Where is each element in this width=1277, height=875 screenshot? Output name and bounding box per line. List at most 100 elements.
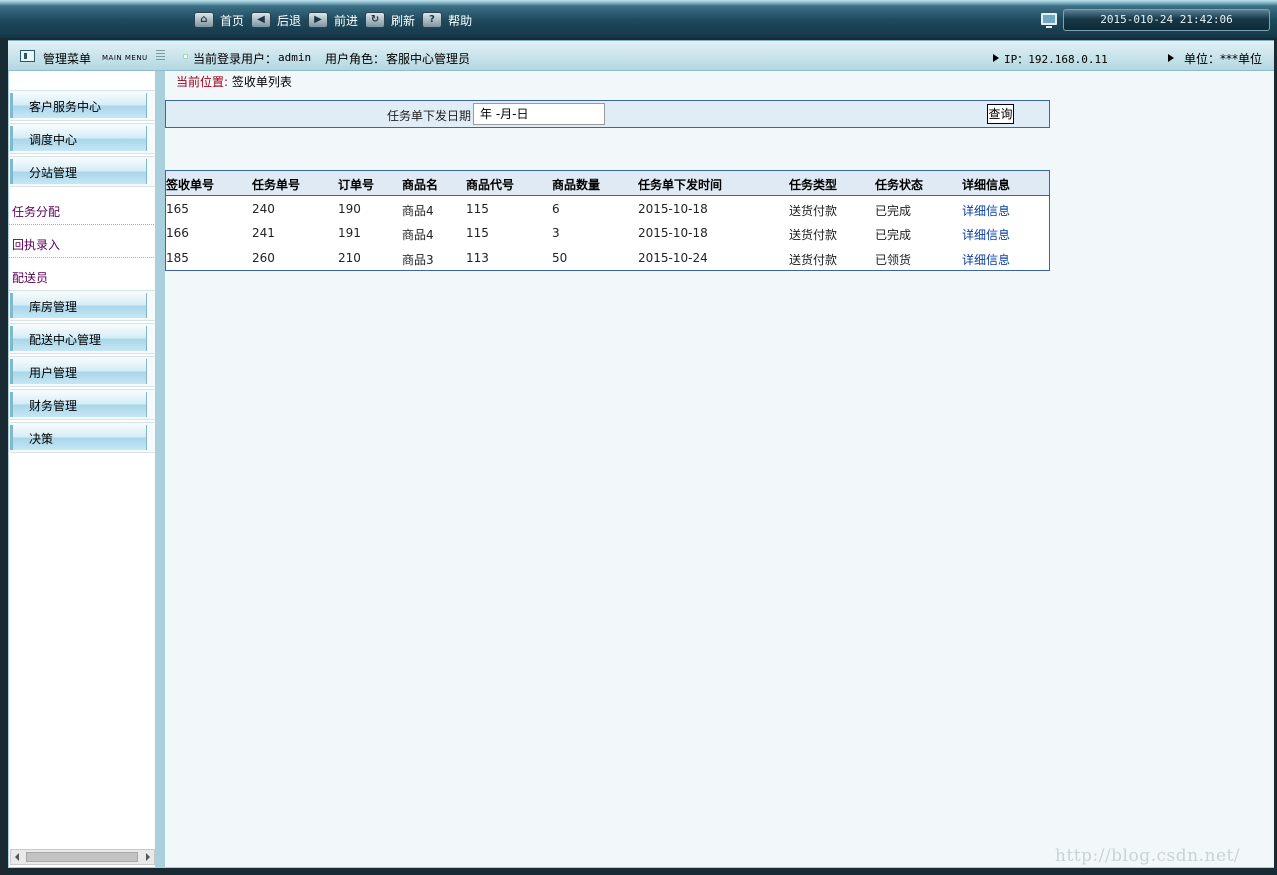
table-cell: 已完成 <box>875 204 912 218</box>
column-header: 任务状态 <box>875 178 924 192</box>
sidebar-item-receipt-entry[interactable]: 回执录入 <box>9 225 154 258</box>
sidebar-group-button: 分站管理 <box>10 159 147 184</box>
sidebar-item-label: 回执录入 <box>12 238 61 252</box>
table-cell: 已领货 <box>875 253 912 267</box>
sidebar-group-customer-service[interactable]: 客户服务中心 <box>10 90 155 121</box>
sidebar-group-label: 决策 <box>29 432 54 446</box>
detail-link[interactable]: 详细信息 <box>962 251 1010 268</box>
receipt-table: 签收单号 任务单号 订单号 商品名 商品代号 商品数量 任务单下发时间 任务类型… <box>165 170 1050 271</box>
date-filter-label: 任务单下发日期 <box>387 109 472 123</box>
home-button[interactable]: ⌂ 首页 <box>194 12 246 29</box>
table-cell: 260 <box>252 251 275 265</box>
column-header: 任务单号 <box>252 178 301 192</box>
refresh-button[interactable]: ↻ 刷新 <box>365 12 417 29</box>
sidebar-group-dispatch[interactable]: 调度中心 <box>10 123 155 154</box>
date-input[interactable]: 年 -月-日 <box>473 103 605 125</box>
column-header: 订单号 <box>338 178 375 192</box>
table-cell: 送货付款 <box>789 228 838 242</box>
detail-link[interactable]: 详细信息 <box>962 202 1010 219</box>
column-header: 签收单号 <box>166 178 215 192</box>
user-role-label: 用户角色： <box>325 52 386 66</box>
column-header: 商品数量 <box>552 178 601 192</box>
table-row: 165 240 190 商品4 115 6 2015-10-18 送货付款 已完… <box>166 197 1049 222</box>
help-button[interactable]: ? 帮助 <box>422 12 474 29</box>
sidebar-group-decision[interactable]: 决策 <box>10 422 155 453</box>
table-cell: 商品3 <box>402 253 434 267</box>
sidebar-group-button: 用户管理 <box>10 359 147 384</box>
main-frame: 管理菜单 MAIN MENU 当前登录用户： admin 用户角色： 客服中心管… <box>8 40 1274 868</box>
table-cell: 191 <box>338 226 361 240</box>
refresh-icon: ↻ <box>365 12 386 28</box>
sidebar-group-label: 客户服务中心 <box>29 100 102 114</box>
refresh-label: 刷新 <box>391 13 416 28</box>
sidebar-group-warehouse[interactable]: 库房管理 <box>10 290 155 321</box>
table-row: 185 260 210 商品3 113 50 2015-10-24 送货付款 已… <box>166 246 1049 271</box>
sidebar-group-button: 库房管理 <box>10 293 147 318</box>
table-cell: 115 <box>466 226 489 240</box>
forward-icon: ▶ <box>308 12 329 28</box>
table-cell: 2015-10-18 <box>638 202 708 216</box>
breadcrumb: 当前位置: 签收单列表 <box>176 73 292 90</box>
column-header: 任务类型 <box>789 178 838 192</box>
table-cell: 241 <box>252 226 275 240</box>
back-label: 后退 <box>277 13 302 28</box>
column-header: 商品名 <box>402 178 439 192</box>
table-header: 签收单号 任务单号 订单号 商品名 商品代号 商品数量 任务单下发时间 任务类型… <box>166 171 1049 196</box>
table-cell: 50 <box>552 251 568 265</box>
column-header: 商品代号 <box>466 178 515 192</box>
sidebar-horizontal-scrollbar[interactable] <box>10 849 155 865</box>
login-user-label: 当前登录用户： <box>193 52 278 66</box>
watermark: http://blog.csdn.net/ <box>1055 846 1241 866</box>
table-cell: 115 <box>466 202 489 216</box>
sidebar-group-button: 财务管理 <box>10 392 147 417</box>
back-button[interactable]: ◀ 后退 <box>251 12 303 29</box>
breadcrumb-value: 签收单列表 <box>231 75 292 89</box>
forward-button[interactable]: ▶ 前进 <box>308 12 360 29</box>
home-icon: ⌂ <box>194 12 214 28</box>
sidebar-group-label: 库房管理 <box>29 300 78 314</box>
sidebar-item-label: 任务分配 <box>12 205 61 219</box>
table-cell: 165 <box>166 202 189 216</box>
scroll-left-icon[interactable] <box>15 853 19 861</box>
table-cell: 送货付款 <box>789 204 838 218</box>
table-cell: 2015-10-24 <box>638 251 708 265</box>
table-cell: 商品4 <box>402 204 434 218</box>
table-cell: 210 <box>338 251 361 265</box>
sidebar-group-distribution-center[interactable]: 配送中心管理 <box>10 323 155 354</box>
detail-link[interactable]: 详细信息 <box>962 226 1010 243</box>
unit-info: 单位：***单位 <box>1184 52 1263 66</box>
table-cell: 3 <box>552 226 560 240</box>
sidebar-item-label: 配送员 <box>12 271 49 285</box>
datetime-display: 2015-010-24 21:42:06 <box>1063 9 1270 31</box>
menu-title: 管理菜单 <box>43 52 92 66</box>
sidebar-group-user-management[interactable]: 用户管理 <box>10 356 155 387</box>
sidebar-item-task-assign[interactable]: 任务分配 <box>9 192 154 225</box>
top-toolbar: ⌂ 首页 ◀ 后退 ▶ 前进 ↻ 刷新 ? 帮助 2015-010-24 21:… <box>0 0 1277 38</box>
column-header: 详细信息 <box>962 178 1011 192</box>
menu-lines-icon <box>156 50 165 60</box>
sidebar-group-finance[interactable]: 财务管理 <box>10 389 155 420</box>
sidebar-group-button: 客户服务中心 <box>10 93 147 118</box>
query-button[interactable]: 查询 <box>987 104 1014 124</box>
table-cell: 已完成 <box>875 228 912 242</box>
nav-toolbar: ⌂ 首页 ◀ 后退 ▶ 前进 ↻ 刷新 ? 帮助 <box>194 11 479 29</box>
table-cell: 185 <box>166 251 189 265</box>
ip-address: IP：192.168.0.11 <box>1004 53 1108 66</box>
sidebar-group-substation[interactable]: 分站管理 <box>10 156 155 187</box>
table-cell: 6 <box>552 202 560 216</box>
table-cell: 113 <box>466 251 489 265</box>
help-label: 帮助 <box>448 13 473 28</box>
sidebar-item-courier[interactable]: 配送员 <box>9 258 154 291</box>
monitor-icon <box>1041 13 1057 28</box>
back-icon: ◀ <box>251 12 272 28</box>
login-user-value: admin <box>278 51 312 64</box>
content-area: 当前位置: 签收单列表 任务单下发日期 年 -月-日 查询 签收单号 任务单号 … <box>165 71 1274 867</box>
scroll-thumb[interactable] <box>26 852 138 862</box>
scroll-right-icon[interactable] <box>146 853 150 861</box>
table-row: 166 241 191 商品4 115 3 2015-10-18 送货付款 已完… <box>166 221 1049 246</box>
unit-arrow-icon <box>1168 54 1174 62</box>
sidebar: 客户服务中心 调度中心 分站管理 任务分配 回执录入 配送员 库房管理 配送中心… <box>9 71 155 867</box>
column-header: 任务单下发时间 <box>638 178 723 192</box>
sidebar-group-button: 调度中心 <box>10 126 147 151</box>
bullet-icon <box>183 54 188 59</box>
